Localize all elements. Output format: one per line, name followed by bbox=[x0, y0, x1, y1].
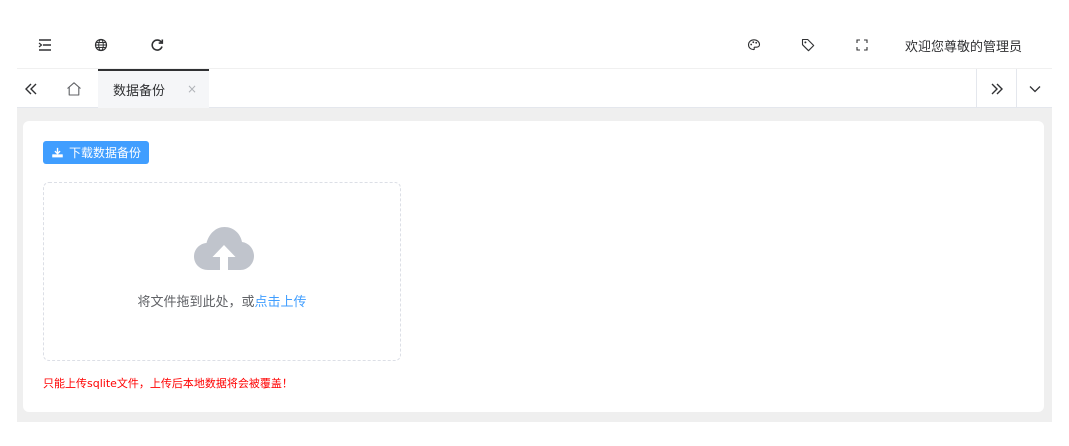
upload-instruction: 将文件拖到此处，或点击上传 bbox=[44, 291, 400, 310]
download-backup-button[interactable]: 下载数据备份 bbox=[43, 141, 149, 164]
scroll-right-button[interactable] bbox=[976, 69, 1017, 108]
download-backup-label: 下载数据备份 bbox=[69, 146, 142, 160]
collapse-menu-button[interactable] bbox=[17, 22, 73, 68]
globe-icon bbox=[94, 38, 108, 52]
palette-icon bbox=[747, 39, 761, 51]
double-chevron-right-icon bbox=[991, 83, 1003, 94]
tags-view-bar: 数据备份 × bbox=[17, 68, 1052, 108]
theme-button[interactable] bbox=[727, 22, 781, 68]
main-content: 下载数据备份 将文件拖到此处，或点击上传 只能上传sqlite文件，上传后本地数… bbox=[17, 108, 1052, 422]
chevron-down-icon bbox=[1029, 85, 1041, 92]
backup-card: 下载数据备份 将文件拖到此处，或点击上传 只能上传sqlite文件，上传后本地数… bbox=[23, 121, 1044, 412]
refresh-button[interactable] bbox=[129, 22, 185, 68]
tab-label: 数据备份 bbox=[113, 84, 166, 99]
user-welcome[interactable]: 欢迎您尊敬的管理员 bbox=[889, 36, 1052, 55]
refresh-icon bbox=[151, 39, 164, 51]
double-chevron-left-icon bbox=[25, 83, 37, 94]
fullscreen-icon bbox=[856, 39, 868, 51]
tag-icon bbox=[801, 38, 815, 52]
navbar-left bbox=[17, 22, 185, 68]
cloud-upload-icon bbox=[194, 227, 254, 270]
scroll-left-button[interactable] bbox=[11, 69, 51, 108]
upload-drag-text: 将文件拖到此处，或 bbox=[137, 295, 255, 310]
upload-tip: 只能上传sqlite文件，上传后本地数据将会被覆盖！ bbox=[43, 377, 293, 390]
download-icon bbox=[52, 147, 63, 158]
fullscreen-button[interactable] bbox=[835, 22, 889, 68]
language-button[interactable] bbox=[73, 22, 129, 68]
tag-button[interactable] bbox=[781, 22, 835, 68]
home-tab[interactable] bbox=[51, 69, 97, 108]
top-navbar: 欢迎您尊敬的管理员 bbox=[17, 22, 1052, 68]
menu-fold-icon bbox=[38, 39, 51, 51]
tab-close-icon[interactable]: × bbox=[187, 82, 197, 96]
tabs-menu-dropdown[interactable] bbox=[1016, 69, 1053, 108]
navbar-right: 欢迎您尊敬的管理员 bbox=[727, 22, 1052, 68]
click-upload-link[interactable]: 点击上传 bbox=[255, 295, 307, 310]
tab-data-backup[interactable]: 数据备份 × bbox=[98, 69, 209, 108]
upload-dropzone[interactable]: 将文件拖到此处，或点击上传 bbox=[43, 182, 401, 361]
home-icon bbox=[67, 81, 81, 96]
